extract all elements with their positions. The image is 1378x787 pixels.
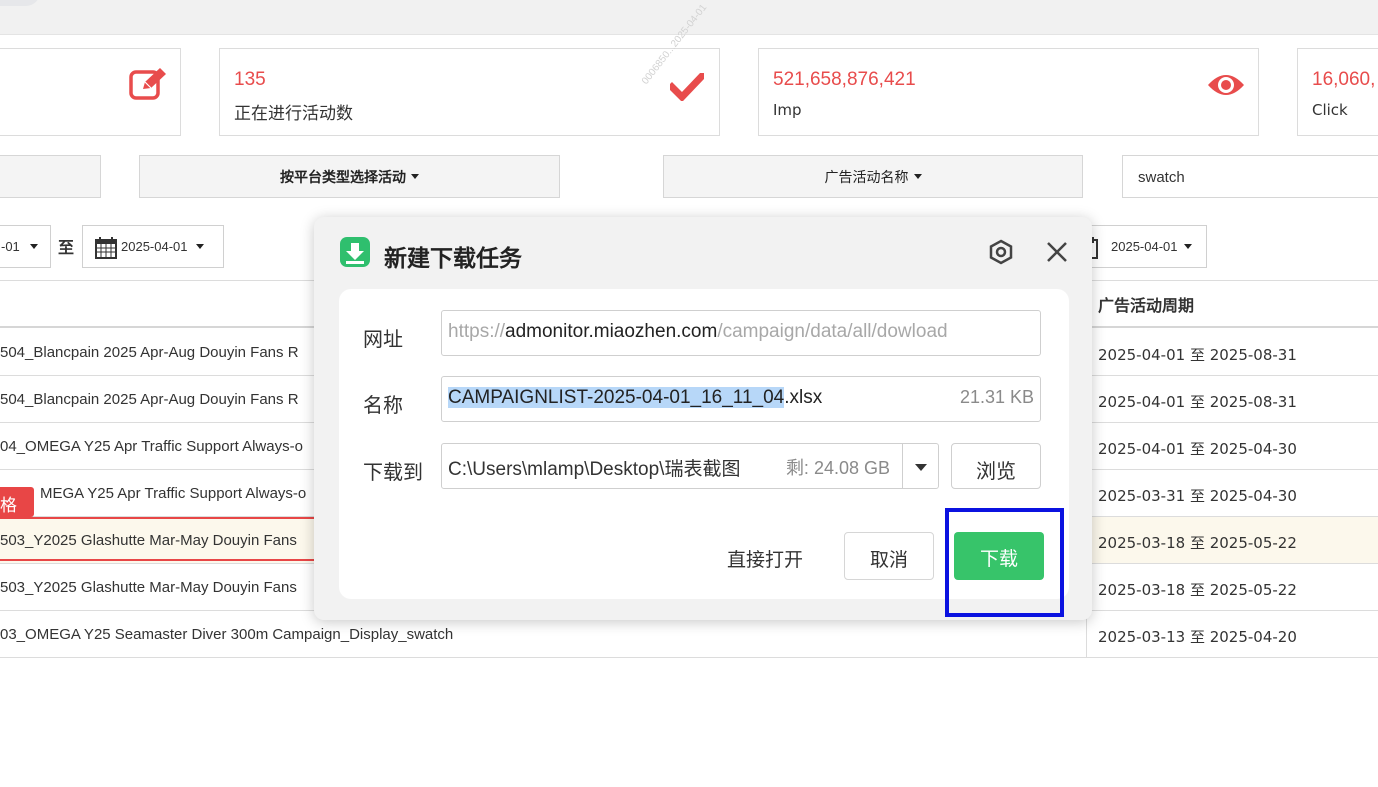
- filter-dropdown-left[interactable]: [0, 155, 101, 198]
- campaign-name-label: 广告活动名称: [824, 169, 909, 186]
- click-value: 16,060,: [1312, 69, 1376, 90]
- check-icon: [667, 71, 707, 106]
- end-date-picker[interactable]: 2025-04-01: [82, 225, 224, 268]
- campaign-period: 2025-03-13 至 2025-04-20: [1098, 628, 1297, 646]
- save-path-field[interactable]: C:\Users\mlamp\Desktop\瑞表截图 剩: 24.08 GB: [441, 443, 939, 489]
- campaign-period: 2025-04-01 至 2025-04-30: [1098, 440, 1297, 458]
- save-to-label: 下载到: [363, 460, 423, 484]
- save-path: C:\Users\mlamp\Desktop\瑞表截图: [448, 459, 741, 480]
- url-prefix: https://: [448, 321, 506, 342]
- cancel-button[interactable]: 取消: [844, 532, 934, 580]
- caret-down-icon: [411, 174, 419, 179]
- date-separator: 至: [58, 238, 75, 257]
- campaign-period: 2025-04-01 至 2025-08-31: [1098, 393, 1297, 411]
- path-dropdown-icon[interactable]: [902, 444, 938, 488]
- active-campaigns-label: 正在进行活动数: [234, 104, 353, 124]
- right-date-value: 2025-04-01: [1111, 239, 1178, 254]
- end-date-value: 2025-04-01: [121, 239, 188, 254]
- campaign-name[interactable]: 504_Blancpain 2025 Apr-Aug Douyin Fans R: [0, 391, 299, 408]
- column-header-period[interactable]: 广告活动周期: [1098, 292, 1194, 316]
- search-input[interactable]: swatch: [1122, 155, 1378, 198]
- campaign-name[interactable]: 504_Blancpain 2025 Apr-Aug Douyin Fans R: [0, 344, 299, 361]
- url-path: /campaign/data/all/dowload: [717, 321, 948, 342]
- url-field[interactable]: https://admonitor.miaozhen.com/campaign/…: [441, 310, 1041, 356]
- stat-card-active-campaigns: 135 正在进行活动数: [219, 48, 720, 136]
- platform-type-label: 按平台类型选择活动: [280, 169, 406, 186]
- campaign-period: 2025-03-18 至 2025-05-22: [1098, 581, 1297, 599]
- campaign-period: 2025-03-31 至 2025-04-30: [1098, 487, 1297, 505]
- caret-down-icon: [29, 244, 38, 249]
- right-date-picker[interactable]: 2025-04-01: [1080, 225, 1207, 268]
- start-date-value: -01: [1, 239, 20, 254]
- platform-type-dropdown[interactable]: 按平台类型选择活动: [139, 155, 560, 198]
- browse-button[interactable]: 浏览: [951, 443, 1041, 489]
- open-directly-button[interactable]: 直接打开: [727, 545, 803, 572]
- campaign-period: 2025-04-01 至 2025-08-31: [1098, 346, 1297, 364]
- eye-icon: [1206, 71, 1246, 104]
- imp-value: 521,658,876,421: [773, 69, 916, 90]
- dialog-title: 新建下载任务: [384, 246, 522, 272]
- file-size: 21.31 KB: [959, 387, 1034, 407]
- campaign-name-dropdown[interactable]: 广告活动名称: [663, 155, 1083, 198]
- caret-down-icon: [913, 174, 922, 179]
- red-tag: 格: [0, 487, 34, 517]
- active-campaigns-value: 135: [234, 69, 266, 90]
- name-label: 名称: [363, 393, 403, 417]
- caret-down-icon: [1183, 244, 1192, 249]
- campaign-name[interactable]: 03_OMEGA Y25 Seamaster Diver 300m Campai…: [0, 626, 453, 643]
- url-label: 网址: [363, 327, 403, 351]
- filename-field[interactable]: CAMPAIGNLIST-2025-04-01_16_11_04.xlsx 21…: [441, 376, 1041, 422]
- caret-down-icon: [195, 244, 204, 249]
- start-date-picker[interactable]: -01: [0, 225, 51, 268]
- campaign-name[interactable]: MEGA Y25 Apr Traffic Support Always-o: [40, 485, 306, 502]
- edit-icon[interactable]: [129, 67, 169, 106]
- campaign-period: 2025-03-18 至 2025-05-22: [1098, 534, 1297, 552]
- close-icon[interactable]: [1044, 239, 1070, 265]
- campaign-name[interactable]: 04_OMEGA Y25 Apr Traffic Support Always-…: [0, 438, 303, 455]
- imp-label: Imp: [773, 101, 802, 119]
- stat-card-edit: [0, 48, 181, 136]
- filename-selected: CAMPAIGNLIST-2025-04-01_16_11_04: [448, 387, 785, 408]
- free-space: 剩: 24.08 GB: [785, 458, 890, 478]
- highlight-download-box: [945, 508, 1064, 617]
- filename-ext: .xlsx: [784, 387, 823, 408]
- settings-icon[interactable]: [988, 239, 1014, 265]
- download-app-icon: [340, 237, 370, 267]
- calendar-icon: [95, 236, 117, 259]
- campaign-name[interactable]: 503_Y2025 Glashutte Mar-May Douyin Fans: [0, 579, 297, 596]
- click-label: Click: [1312, 101, 1348, 119]
- url-host: admonitor.miaozhen.com: [505, 321, 718, 342]
- stat-card-imp: 521,658,876,421 Imp: [758, 48, 1259, 136]
- stat-card-click: 16,060, Click: [1297, 48, 1378, 136]
